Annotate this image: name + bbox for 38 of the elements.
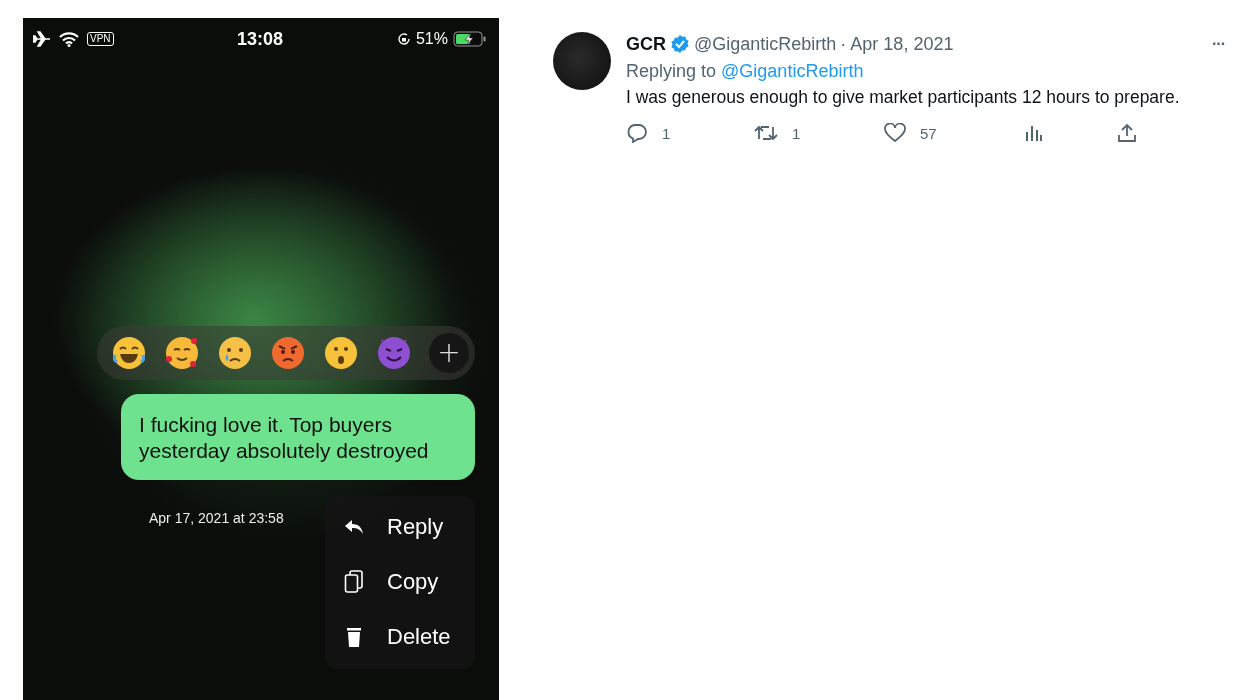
share-icon xyxy=(1117,123,1137,143)
author-name[interactable]: GCR xyxy=(626,33,666,55)
wow-face-icon[interactable] xyxy=(323,335,359,371)
message-timestamp: Apr 17, 2021 at 23:58 xyxy=(149,510,284,526)
cry-face-icon[interactable] xyxy=(217,335,253,371)
copy-icon xyxy=(343,570,365,594)
replying-label: Replying to xyxy=(626,61,717,81)
joy-face-icon[interactable] xyxy=(111,335,147,371)
more-options-button[interactable]: ··· xyxy=(1212,35,1225,53)
reply-action-button[interactable]: 1 xyxy=(626,123,754,143)
add-reaction-button[interactable]: + xyxy=(429,333,469,373)
devil-face-icon[interactable] xyxy=(376,335,412,371)
reply-menu-item[interactable]: Reply xyxy=(325,500,475,555)
bar-chart-icon xyxy=(1024,123,1044,143)
battery-charging-icon xyxy=(453,31,487,47)
status-time: 13:08 xyxy=(236,28,283,50)
retweet-icon xyxy=(754,123,778,143)
heart-icon xyxy=(884,123,906,143)
retweet-action-button[interactable]: 1 xyxy=(754,123,884,143)
angry-face-icon[interactable] xyxy=(270,335,306,371)
copy-menu-item[interactable]: Copy xyxy=(325,555,475,610)
speech-bubble-icon xyxy=(626,123,648,143)
author-handle[interactable]: @GiganticRebirth xyxy=(694,33,837,55)
love-face-icon[interactable] xyxy=(164,335,200,371)
vpn-badge: VPN xyxy=(87,32,114,46)
tweet-date[interactable]: Apr 18, 2021 xyxy=(850,33,954,55)
airplane-icon xyxy=(33,31,51,47)
rotation-lock-icon xyxy=(396,32,411,46)
message-bubble: I fucking love it. Top buyers yesterday absolutely destroyed xyxy=(121,394,475,480)
avatar[interactable] xyxy=(553,32,611,90)
battery-percent: 51% xyxy=(415,30,448,48)
wifi-icon xyxy=(59,31,79,47)
tweet-text: I was generous enough to give market participants 12 hours to prepare. xyxy=(626,86,1181,109)
share-action-button[interactable] xyxy=(1117,123,1137,143)
reply-arrow-icon xyxy=(343,518,365,536)
delete-menu-item[interactable]: Delete xyxy=(325,610,475,665)
separator-dot: · xyxy=(840,33,847,55)
like-action-button[interactable]: 57 xyxy=(884,123,1024,143)
